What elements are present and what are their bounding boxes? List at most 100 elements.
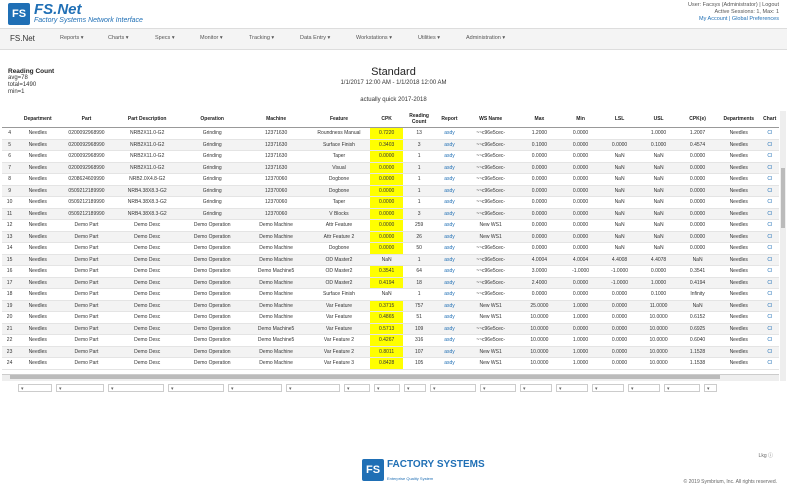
table-cell[interactable]: asdy (435, 346, 464, 358)
column-filter-select[interactable]: ▾ (430, 384, 476, 392)
table-cell[interactable]: asdy (435, 288, 464, 301)
column-header[interactable]: CPK(e) (678, 111, 718, 128)
column-filter-select[interactable]: ▾ (108, 384, 164, 392)
table-cell[interactable]: Cl (760, 254, 779, 266)
nav-reports[interactable]: Reports ▾ (60, 35, 84, 41)
table-cell[interactable]: asdy (435, 162, 464, 174)
table-cell[interactable]: Cl (760, 242, 779, 255)
table-row[interactable]: 9 Needles 0509212189990 NRB4.38X8.3-G2 Grind… (2, 185, 779, 197)
table-cell[interactable]: Cl (760, 185, 779, 197)
column-header[interactable]: Machine (244, 111, 308, 128)
table-cell[interactable]: asdy (435, 173, 464, 186)
nav-charts[interactable]: Charts ▾ (108, 35, 129, 41)
nav-administration[interactable]: Administration ▾ (466, 35, 505, 41)
table-cell[interactable]: Cl (760, 208, 779, 220)
column-filter-select[interactable]: ▾ (520, 384, 552, 392)
table-row[interactable]: 12 Needles Demo Part Demo Desc Demo Operatio… (2, 219, 779, 232)
table-row[interactable]: 13 Needles Demo Part Demo Desc Demo Operatio… (2, 231, 779, 243)
table-row[interactable]: 16 Needles Demo Part Demo Desc Demo Operatio… (2, 265, 779, 278)
table-cell[interactable]: Cl (760, 357, 779, 370)
table-cell[interactable]: Cl (760, 277, 779, 289)
nav-data-entry[interactable]: Data Entry ▾ (300, 35, 330, 41)
user-line[interactable]: User: Facsys (Administrator) | Logout (688, 2, 779, 9)
column-filter-select[interactable]: ▾ (168, 384, 224, 392)
table-row[interactable]: 5 Needles 0200092968990 NRB2X11.0-G2 Grindin… (2, 139, 779, 151)
table-row[interactable]: 20 Needles Demo Part Demo Desc Demo Operatio… (2, 311, 779, 324)
column-header[interactable]: Reading Count (402, 111, 436, 128)
table-cell[interactable]: asdy (435, 139, 464, 151)
account-links[interactable]: My Account | Global Preferences (688, 16, 779, 23)
column-header[interactable]: Part Description (114, 111, 180, 128)
column-filter-select[interactable]: ▾ (628, 384, 660, 392)
horizontal-scroll-thumb[interactable] (10, 375, 720, 379)
column-filter-select[interactable]: ▾ (592, 384, 624, 392)
table-cell[interactable]: asdy (435, 208, 464, 220)
column-filter-select[interactable]: ▾ (664, 384, 700, 392)
column-header[interactable]: Operation (179, 111, 245, 128)
table-cell[interactable]: Cl (760, 300, 779, 312)
column-filter-select[interactable]: ▾ (286, 384, 340, 392)
table-cell[interactable]: Cl (760, 173, 779, 186)
table-row[interactable]: 11 Needles 0509212189990 NRB4.38X8.3-G2 Grin… (2, 208, 779, 220)
table-cell[interactable]: Cl (760, 196, 779, 209)
table-cell[interactable]: Cl (760, 150, 779, 163)
table-cell[interactable]: asdy (435, 219, 464, 232)
table-cell[interactable]: asdy (435, 242, 464, 255)
column-header[interactable]: USL (639, 111, 679, 128)
column-header[interactable]: Department (17, 111, 59, 128)
table-cell[interactable]: asdy (435, 277, 464, 289)
column-header[interactable]: WS Name (463, 111, 518, 128)
table-cell[interactable]: Cl (760, 139, 779, 151)
table-row[interactable]: 21 Needles Demo Part Demo Desc Demo Operatio… (2, 323, 779, 335)
column-header[interactable]: CPK (370, 111, 403, 128)
table-cell[interactable]: asdy (435, 323, 464, 335)
vertical-scrollbar[interactable] (780, 111, 786, 381)
table-row[interactable]: 15 Needles Demo Part Demo Desc Demo Operatio… (2, 254, 779, 266)
table-cell[interactable]: Cl (760, 323, 779, 335)
table-row[interactable]: 10 Needles 0509212189990 NRB4.38X8.3-G2 Grin… (2, 196, 779, 209)
table-cell[interactable]: asdy (435, 300, 464, 312)
column-header[interactable]: Chart (760, 111, 779, 128)
column-header[interactable]: LSL (600, 111, 640, 128)
table-cell[interactable]: Cl (760, 334, 779, 347)
table-row[interactable]: 6 Needles 0200092968990 NRB2X11.0-G2 Grindin… (2, 150, 779, 163)
column-filter-select[interactable]: ▾ (404, 384, 426, 392)
column-header[interactable]: Departments (717, 111, 761, 128)
table-row[interactable]: 23 Needles Demo Part Demo Desc Demo Operatio… (2, 346, 779, 358)
column-filter-select[interactable]: ▾ (18, 384, 52, 392)
nav-workstations[interactable]: Workstations ▾ (356, 35, 392, 41)
column-filter-select[interactable]: ▾ (556, 384, 588, 392)
table-row[interactable]: 19 Needles Demo Part Demo Desc Demo Operatio… (2, 300, 779, 312)
column-filter-select[interactable]: ▾ (480, 384, 516, 392)
legend-link[interactable]: Lkg ⓘ (759, 452, 773, 459)
column-filter-select[interactable]: ▾ (344, 384, 370, 392)
table-cell[interactable]: asdy (435, 196, 464, 209)
column-filter-select[interactable]: ▾ (228, 384, 282, 392)
column-header[interactable]: Max (517, 111, 562, 128)
table-cell[interactable]: asdy (435, 334, 464, 347)
column-header[interactable]: Feature (307, 111, 371, 128)
table-cell[interactable]: asdy (435, 311, 464, 324)
nav-monitor[interactable]: Monitor ▾ (200, 35, 223, 41)
table-cell[interactable]: Cl (760, 162, 779, 174)
column-filter-select[interactable]: ▾ (374, 384, 400, 392)
table-cell[interactable]: asdy (435, 185, 464, 197)
table-row[interactable]: 17 Needles Demo Part Demo Desc Demo Operatio… (2, 277, 779, 289)
table-row[interactable]: 4 Needles 0200092968990 NRB2X11.0-G2 Grindin… (2, 127, 779, 140)
nav-brand[interactable]: FS.Net (10, 34, 35, 43)
column-filter-select[interactable]: ▾ (56, 384, 104, 392)
table-cell[interactable]: Cl (760, 288, 779, 301)
table-row[interactable]: 24 Needles Demo Part Demo Desc Demo Operatio… (2, 357, 779, 370)
nav-utilities[interactable]: Utilities ▾ (418, 35, 440, 41)
table-cell[interactable]: Cl (760, 231, 779, 243)
column-header[interactable]: Min (561, 111, 601, 128)
nav-tracking[interactable]: Tracking ▾ (249, 35, 274, 41)
column-header[interactable]: Report (435, 111, 464, 128)
table-row[interactable]: 18 Needles Demo Part Demo Desc Demo Operatio… (2, 288, 779, 301)
table-row[interactable]: 8 Needles 0208624609990 NRB2.0X4.8-G2 Grindi… (2, 173, 779, 186)
table-cell[interactable]: asdy (435, 231, 464, 243)
table-cell[interactable]: asdy (435, 265, 464, 278)
table-cell[interactable]: asdy (435, 254, 464, 266)
column-header[interactable]: Part (58, 111, 115, 128)
table-cell[interactable]: asdy (435, 357, 464, 370)
